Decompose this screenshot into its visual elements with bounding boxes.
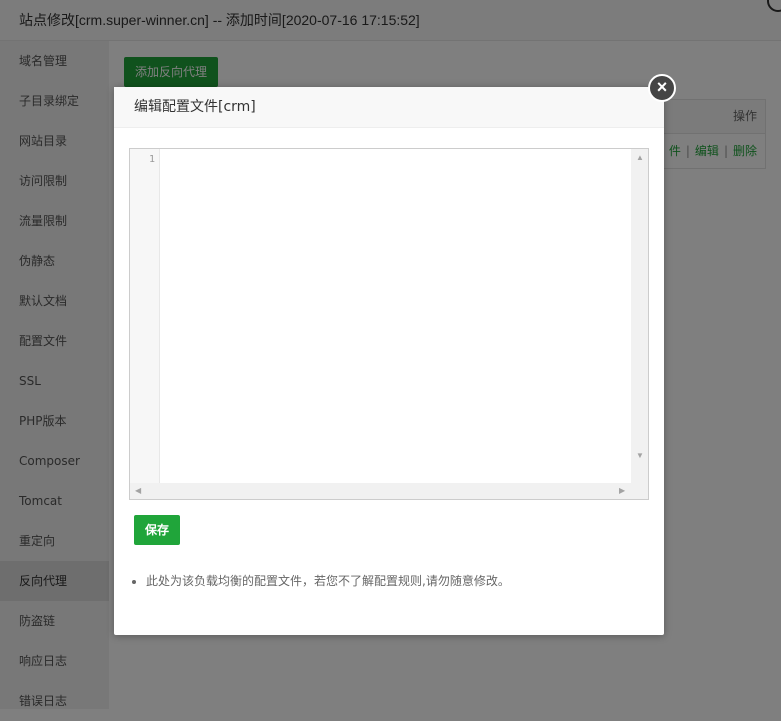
line-number: 1 [148,154,155,165]
help-note: 此处为该负载均衡的配置文件，若您不了解配置规则,请勿随意修改。 [146,571,510,591]
line-number-gutter: 1 [130,149,160,483]
modal-title: 编辑配置文件[crm] [114,87,664,128]
save-button[interactable]: 保存 [134,515,180,545]
scroll-left-icon[interactable]: ◀ [135,486,141,496]
edit-config-modal: 编辑配置文件[crm] × 1 ▲ ▼ ◀ ▶ 保存 此处为该负载均衡的配置文件… [114,74,676,635]
help-notes: 此处为该负载均衡的配置文件，若您不了解配置规则,请勿随意修改。 [128,571,510,591]
vertical-scrollbar[interactable]: ▲ ▼ [631,149,648,483]
scroll-up-icon[interactable]: ▲ [636,153,644,163]
scroll-down-icon[interactable]: ▼ [636,451,644,461]
horizontal-scrollbar[interactable]: ◀ ▶ [130,483,648,499]
code-text-area[interactable] [160,149,632,483]
scroll-right-icon[interactable]: ▶ [619,486,625,496]
config-editor[interactable]: 1 ▲ ▼ ◀ ▶ [129,148,649,500]
close-icon[interactable]: × [648,74,676,102]
